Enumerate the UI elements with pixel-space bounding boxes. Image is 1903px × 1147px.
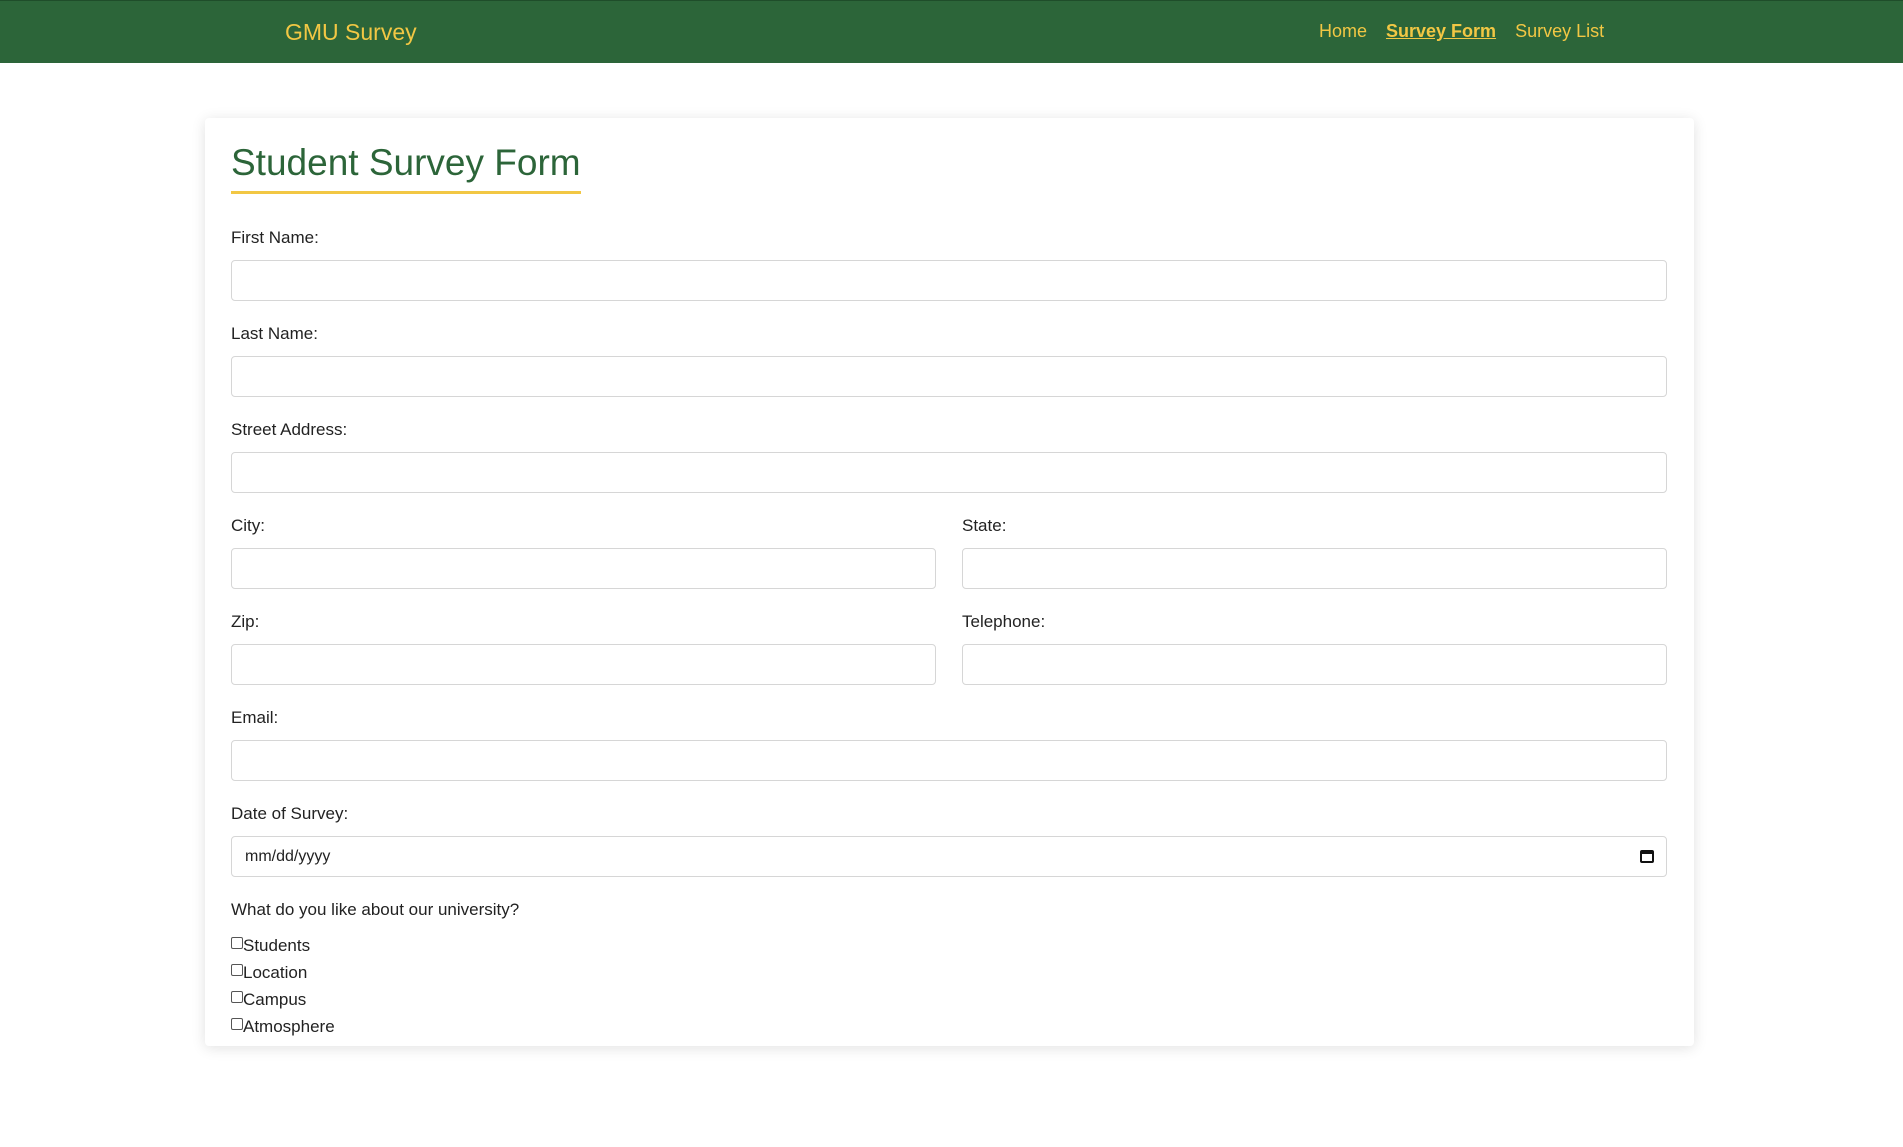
- city-input[interactable]: [231, 548, 936, 589]
- zip-label: Zip:: [231, 612, 260, 631]
- calendar-icon[interactable]: [1640, 850, 1654, 863]
- brand-link[interactable]: GMU Survey: [285, 19, 417, 46]
- last-name-label: Last Name:: [231, 324, 318, 343]
- last-name-input[interactable]: [231, 356, 1667, 397]
- telephone-input[interactable]: [962, 644, 1667, 685]
- first-name-label: First Name:: [231, 228, 319, 247]
- nav-link-home[interactable]: Home: [1319, 21, 1367, 42]
- campus-option-label: Campus: [243, 990, 307, 1009]
- top-navbar: GMU Survey Home Survey Form Survey List: [0, 0, 1903, 63]
- atmosphere-option-label: Atmosphere: [243, 1017, 335, 1036]
- likes-option-location: Location: [231, 962, 307, 984]
- street-address-input[interactable]: [231, 452, 1667, 493]
- likes-option-atmosphere: Atmosphere: [231, 1016, 335, 1038]
- nav-links: Home Survey Form Survey List: [1319, 21, 1604, 42]
- location-checkbox[interactable]: [231, 964, 243, 976]
- zip-input[interactable]: [231, 644, 936, 685]
- nav-link-survey-form[interactable]: Survey Form: [1386, 21, 1496, 42]
- date-placeholder: mm/dd/yyyy: [245, 847, 331, 865]
- telephone-label: Telephone:: [962, 612, 1046, 631]
- email-label: Email:: [231, 708, 279, 727]
- atmosphere-checkbox[interactable]: [231, 1018, 243, 1030]
- first-name-input[interactable]: [231, 260, 1667, 301]
- nav-link-survey-list[interactable]: Survey List: [1515, 21, 1604, 42]
- likes-option-students: Students: [231, 935, 310, 957]
- state-input[interactable]: [962, 548, 1667, 589]
- form-title: Student Survey Form: [231, 143, 581, 194]
- date-of-survey-input[interactable]: mm/dd/yyyy: [231, 836, 1667, 877]
- city-label: City:: [231, 516, 265, 535]
- campus-checkbox[interactable]: [231, 991, 243, 1003]
- state-label: State:: [962, 516, 1007, 535]
- survey-form-card: Student Survey Form First Name: Last Nam…: [205, 118, 1694, 1046]
- email-input[interactable]: [231, 740, 1667, 781]
- likes-option-campus: Campus: [231, 989, 306, 1011]
- likes-question-label: What do you like about our university?: [231, 900, 520, 919]
- location-option-label: Location: [243, 963, 308, 982]
- street-address-label: Street Address:: [231, 420, 348, 439]
- students-checkbox[interactable]: [231, 937, 243, 949]
- date-of-survey-label: Date of Survey:: [231, 804, 349, 823]
- students-option-label: Students: [243, 936, 311, 955]
